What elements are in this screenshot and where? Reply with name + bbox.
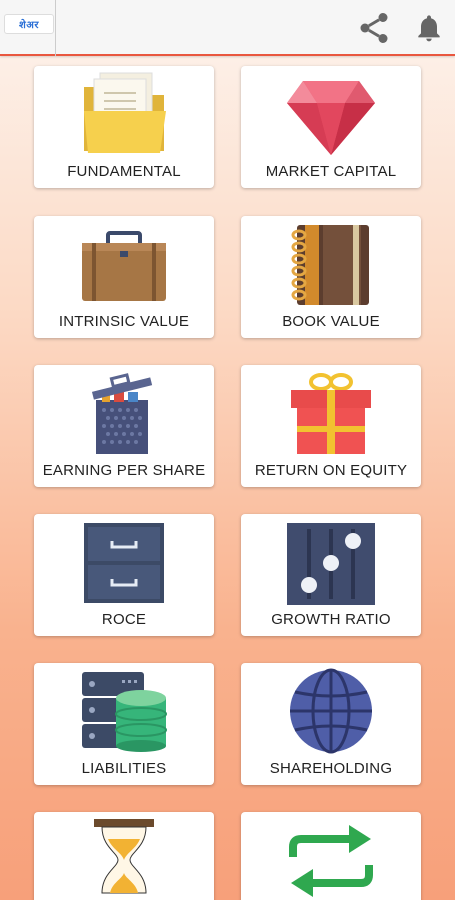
briefcase-icon [74,220,174,308]
notifications-button[interactable] [409,8,449,48]
tile-label: ROCE [101,611,147,628]
tile-label: FUNDAMENTAL [67,163,181,180]
hourglass-icon [74,816,174,900]
app-logo[interactable]: शेअर [4,14,54,34]
tile-hourglass[interactable] [34,812,214,900]
tile-fundamental[interactable]: FUNDAMENTAL [34,66,214,188]
tile-book-value[interactable]: BOOK VALUE [241,216,421,338]
repeat-arrows-icon [281,816,381,900]
tile-label: BOOK VALUE [282,313,380,330]
tile-shareholding[interactable]: SHAREHOLDING [241,663,421,785]
tile-growth-ratio[interactable]: GROWTH RATIO [241,514,421,636]
database-icon [74,667,174,755]
tile-label: SHAREHOLDING [269,760,393,777]
tile-label: RETURN ON EQUITY [254,462,408,479]
cabinet-icon [74,518,174,606]
logo-divider [55,0,56,56]
tile-label: INTRINSIC VALUE [58,313,190,330]
globe-icon [281,667,381,755]
ruby-icon [281,70,381,158]
tile-label: GROWTH RATIO [271,611,391,628]
tile-label: LIABILITIES [81,760,167,777]
folder-icon [74,70,174,158]
notebook-icon [281,220,381,308]
tile-market-capital[interactable]: MARKET CAPITAL [241,66,421,188]
tile-repeat[interactable] [241,812,421,900]
app-bar: शेअर [0,0,455,56]
share-button[interactable] [354,8,394,48]
bell-icon [418,15,440,42]
tile-intrinsic-value[interactable]: INTRINSIC VALUE [34,216,214,338]
share-icon [360,13,388,43]
gift-icon [281,369,381,457]
sliders-icon [281,518,381,606]
tile-label: EARNING PER SHARE [42,462,206,479]
trash-bin-icon [74,369,174,457]
tile-label: MARKET CAPITAL [265,163,397,180]
tile-liabilities[interactable]: LIABILITIES [34,663,214,785]
logo-text: शेअर [18,20,40,31]
tile-roce[interactable]: ROCE [34,514,214,636]
tile-earning-per-share[interactable]: EARNING PER SHARE [34,365,214,487]
tile-return-on-equity[interactable]: RETURN ON EQUITY [241,365,421,487]
